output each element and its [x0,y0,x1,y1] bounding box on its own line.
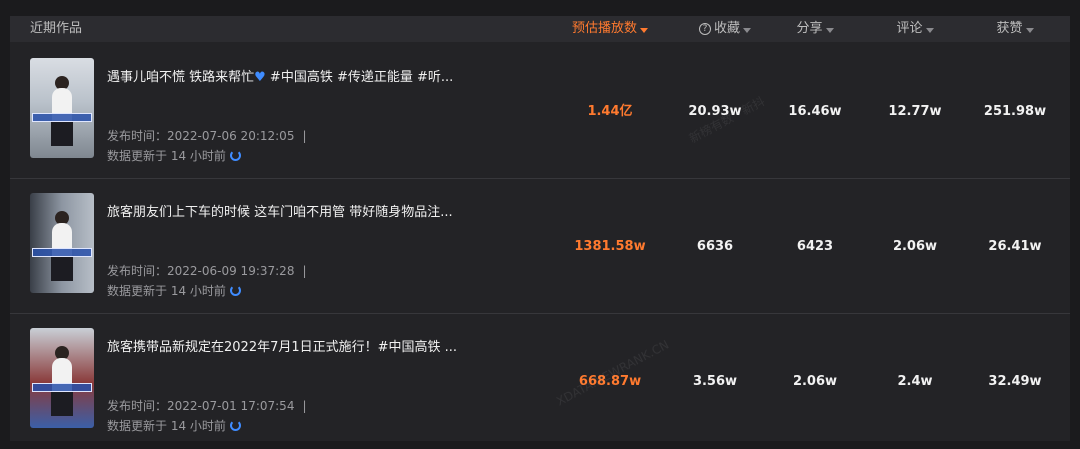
refresh-icon[interactable] [229,420,241,431]
thumbnail-caption [32,113,92,122]
likes-header-label: 获赞 [996,21,1023,36]
table-header: 近期作品 预估播放数 ? 收藏 分享 评论 获赞 [10,16,1070,42]
sort-plays-header[interactable]: 预估播放数 [565,16,655,42]
heart-icon: ♥ [254,70,266,85]
recent-works-title: 近期作品 [30,21,83,36]
table-row[interactable]: 遇事儿咱不慌 铁路来帮忙♥ #中国高铁 #传递正能量 #听... 发布时间：20… [10,45,1070,179]
favorites-value: 3.56w [692,374,738,389]
table-row[interactable]: 旅客携带品新规定在2022年7月1日正式施行！#中国高铁 ... 发布时间：20… [10,315,1070,449]
shares-value: 2.06w [792,374,838,389]
sort-caret-icon [825,27,834,33]
sort-likes-header[interactable]: 获赞 [970,16,1060,42]
likes-value: 26.41w [988,239,1042,254]
publish-time: 发布时间：2022-07-01 17:07:54 | [107,399,307,413]
comments-value: 12.77w [888,104,942,119]
comments-value: 2.4w [897,374,933,389]
video-thumbnail[interactable] [30,193,94,293]
update-status: 数据更新于 14 小时前 [107,417,241,434]
sort-shares-header[interactable]: 分享 [770,16,860,42]
sort-caret-icon [640,27,648,33]
sort-comments-header[interactable]: 评论 [870,16,960,42]
sort-favorites-header[interactable]: ? 收藏 [680,16,770,42]
comments-header-label: 评论 [896,21,923,36]
video-title[interactable]: 遇事儿咱不慌 铁路来帮忙♥ #中国高铁 #传递正能量 #听... [107,66,527,85]
sort-caret-icon [925,27,934,33]
sort-caret-icon [1025,27,1034,33]
shares-value: 6423 [796,239,834,254]
refresh-icon[interactable] [229,285,241,296]
video-title[interactable]: 旅客携带品新规定在2022年7月1日正式施行！#中国高铁 ... [107,336,527,355]
publish-time: 发布时间：2022-06-09 19:37:28 | [107,264,307,278]
update-status: 数据更新于 14 小时前 [107,282,241,299]
update-status: 数据更新于 14 小时前 [107,147,241,164]
likes-value: 251.98w [983,104,1047,119]
video-title[interactable]: 旅客朋友们上下车的时候 这车门咱不用管 带好随身物品注... [107,201,527,220]
plays-header-label: 预估播放数 [571,21,637,36]
video-thumbnail[interactable] [30,58,94,158]
plays-value: 668.87w [578,374,642,389]
thumbnail-caption [32,383,92,392]
publish-time: 发布时间：2022-07-06 20:12:05 | [107,129,307,143]
likes-value: 32.49w [988,374,1042,389]
favorites-value: 20.93w [688,104,742,119]
plays-value: 1381.58w [574,239,646,254]
plays-value: 1.44亿 [587,104,633,119]
video-thumbnail[interactable] [30,328,94,428]
thumbnail-caption [32,248,92,257]
refresh-icon[interactable] [229,150,241,161]
table-row[interactable]: 旅客朋友们上下车的时候 这车门咱不用管 带好随身物品注... 发布时间：2022… [10,180,1070,314]
favorites-header-label: 收藏 [713,21,740,36]
help-icon[interactable]: ? [698,23,711,35]
favorites-value: 6636 [696,239,734,254]
comments-value: 2.06w [892,239,938,254]
sort-caret-icon [743,27,751,33]
recent-works-panel: 近期作品 预估播放数 ? 收藏 分享 评论 获赞 遇事儿咱不慌 铁路来帮忙♥ #… [10,16,1070,441]
shares-value: 16.46w [788,104,842,119]
shares-header-label: 分享 [796,21,823,36]
